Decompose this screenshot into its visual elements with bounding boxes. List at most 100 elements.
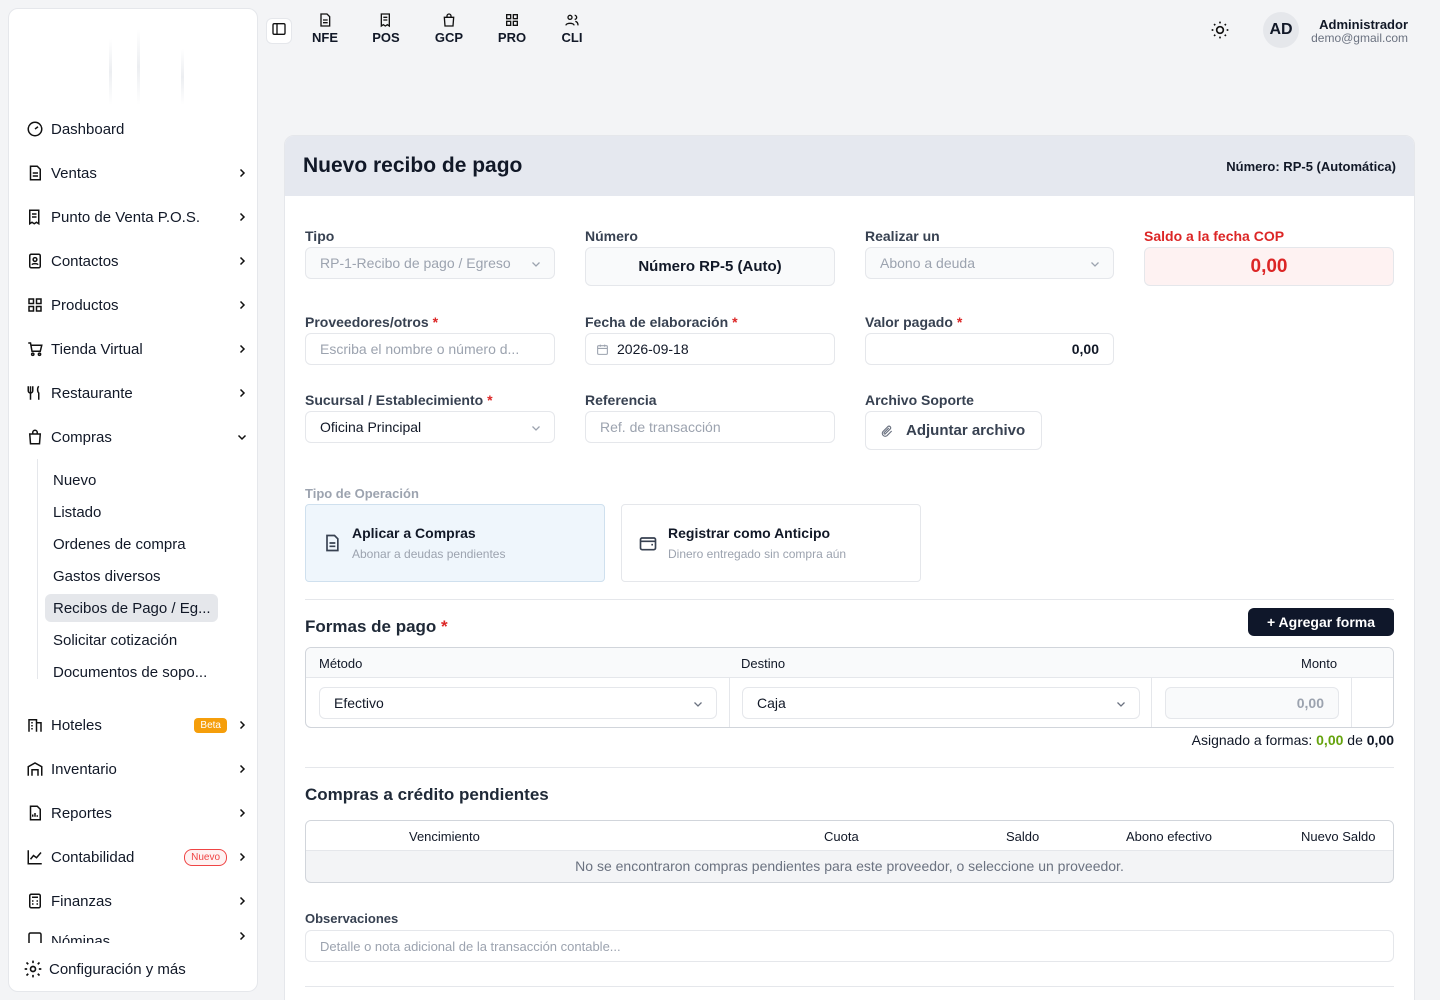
sidebar-item-restaurante[interactable]: Restaurante bbox=[25, 377, 249, 409]
header-cuota: Cuota bbox=[824, 829, 859, 844]
sidebar-item-productos[interactable]: Productos bbox=[25, 289, 249, 321]
shopping-bag-icon bbox=[25, 427, 45, 447]
chevron-right-icon bbox=[235, 210, 249, 224]
sidebar: Dashboard Ventas Punto de Venta P.O.S. C… bbox=[8, 8, 258, 992]
sidebar-item-inventario[interactable]: Inventario bbox=[25, 753, 249, 785]
saldo-value: 0,00 bbox=[1144, 247, 1394, 286]
shortcut-cli[interactable]: CLI bbox=[552, 12, 592, 45]
sidebar-toggle-button[interactable] bbox=[266, 18, 292, 44]
fecha-input[interactable]: 2026-09-18 bbox=[585, 333, 835, 365]
header-abono: Abono efectivo bbox=[1126, 829, 1213, 844]
submenu-item-gastos[interactable]: Gastos diversos bbox=[45, 562, 218, 590]
observaciones-label: Observaciones bbox=[305, 911, 399, 926]
chevron-right-icon bbox=[235, 254, 249, 268]
receipt-icon bbox=[25, 207, 45, 227]
document-icon bbox=[305, 12, 345, 30]
operacion-aplicar-compras[interactable]: Aplicar a Compras Abonar a deudas pendie… bbox=[305, 504, 605, 582]
divider bbox=[305, 599, 1394, 600]
submenu-item-recibos[interactable]: Recibos de Pago / Eg... bbox=[45, 594, 218, 622]
monto-input[interactable]: 0,00 bbox=[1165, 687, 1339, 719]
divider bbox=[305, 986, 1394, 987]
beta-badge: Beta bbox=[194, 717, 227, 733]
gauge-icon bbox=[25, 119, 45, 139]
receipt-number: Número: RP-5 (Automática) bbox=[1226, 158, 1396, 174]
submenu-item-nuevo[interactable]: Nuevo bbox=[45, 466, 218, 494]
chevron-down-icon bbox=[1089, 257, 1101, 273]
sidebar-item-tienda[interactable]: Tienda Virtual bbox=[25, 333, 249, 365]
header-vencimiento: Vencimiento bbox=[409, 829, 480, 844]
sidebar-item-nominas[interactable]: Nóminas bbox=[25, 929, 249, 943]
chevron-down-icon bbox=[530, 257, 542, 273]
realizar-label: Realizar un bbox=[865, 228, 940, 244]
shortcut-nfe[interactable]: NFE bbox=[305, 12, 345, 45]
destino-select[interactable]: Caja bbox=[742, 687, 1140, 719]
shortcut-pos[interactable]: POS bbox=[366, 12, 406, 45]
sun-icon bbox=[1210, 20, 1230, 45]
referencia-input[interactable]: Ref. de transacción bbox=[585, 411, 835, 443]
sidebar-settings[interactable]: Configuración y más bbox=[23, 947, 247, 991]
sucursal-select[interactable]: Oficina Principal bbox=[305, 411, 555, 443]
valor-label: Valor pagado * bbox=[865, 314, 963, 330]
sidebar-item-pos[interactable]: Punto de Venta P.O.S. bbox=[25, 201, 249, 233]
tipo-select[interactable]: RP-1-Recibo de pago / Egreso bbox=[305, 247, 555, 279]
user-name: Administrador bbox=[1319, 17, 1408, 32]
shortcut-gcp[interactable]: GCP bbox=[429, 12, 469, 45]
realizar-select[interactable]: Abono a deuda bbox=[865, 247, 1114, 279]
observaciones-input[interactable]: Detalle o nota adicional de la transacci… bbox=[305, 930, 1394, 962]
tipo-label: Tipo bbox=[305, 228, 335, 244]
chart-line-icon bbox=[25, 847, 45, 867]
shortcut-pro[interactable]: PRO bbox=[492, 12, 532, 45]
chevron-right-icon bbox=[235, 850, 249, 864]
sidebar-item-ventas[interactable]: Ventas bbox=[25, 157, 249, 189]
payroll-icon bbox=[25, 929, 45, 943]
sidebar-item-contabilidad[interactable]: Contabilidad Nuevo bbox=[25, 841, 249, 873]
building-icon bbox=[25, 715, 45, 735]
page-title: Nuevo recibo de pago bbox=[303, 154, 523, 177]
sidebar-item-hoteles[interactable]: Hoteles Beta bbox=[25, 709, 249, 741]
fecha-label: Fecha de elaboración * bbox=[585, 314, 738, 330]
avatar[interactable]: AD bbox=[1263, 12, 1299, 48]
referencia-label: Referencia bbox=[585, 392, 657, 408]
wallet-icon bbox=[638, 533, 658, 553]
archivo-label: Archivo Soporte bbox=[865, 392, 974, 408]
sidebar-item-dashboard[interactable]: Dashboard bbox=[25, 113, 249, 145]
topbar: NFE POS GCP PRO CLI AD Administrador dem… bbox=[258, 0, 1440, 64]
adjuntar-archivo-button[interactable]: Adjuntar archivo bbox=[865, 411, 1042, 450]
users-icon bbox=[552, 12, 592, 30]
warehouse-icon bbox=[25, 759, 45, 779]
sucursal-label: Sucursal / Establecimiento * bbox=[305, 392, 493, 408]
agregar-forma-button[interactable]: + Agregar forma bbox=[1248, 608, 1394, 636]
asignado-summary: Asignado a formas: 0,00 de 0,00 bbox=[1191, 732, 1394, 748]
sidebar-item-contactos[interactable]: Contactos bbox=[25, 245, 249, 277]
contact-book-icon bbox=[25, 251, 45, 271]
submenu-item-listado[interactable]: Listado bbox=[45, 498, 218, 526]
sidebar-item-reportes[interactable]: Reportes bbox=[25, 797, 249, 829]
sidebar-item-compras[interactable]: Compras bbox=[25, 421, 249, 453]
calendar-icon bbox=[596, 343, 609, 356]
submenu-item-documentos[interactable]: Documentos de sopo... bbox=[45, 658, 218, 686]
sidebar-item-finanzas[interactable]: Finanzas bbox=[25, 885, 249, 917]
submenu-item-cotizacion[interactable]: Solicitar cotización bbox=[45, 626, 218, 654]
grid-icon bbox=[492, 12, 532, 30]
operacion-anticipo[interactable]: Registrar como Anticipo Dinero entregado… bbox=[621, 504, 921, 582]
chevron-right-icon bbox=[235, 718, 249, 732]
shopping-bag-icon bbox=[429, 12, 469, 30]
valor-input[interactable]: 0,00 bbox=[865, 333, 1114, 365]
paperclip-icon bbox=[880, 424, 894, 438]
numero-field: Número RP-5 (Auto) bbox=[585, 247, 835, 286]
proveedor-input[interactable]: Escriba el nombre o número d... bbox=[305, 333, 555, 365]
theme-toggle-button[interactable] bbox=[1208, 20, 1232, 44]
submenu-item-ordenes[interactable]: Ordenes de compra bbox=[45, 530, 218, 558]
chevron-down-icon bbox=[692, 697, 704, 713]
nuevo-badge: Nuevo bbox=[184, 848, 227, 866]
operacion-label: Tipo de Operación bbox=[305, 486, 419, 501]
report-icon bbox=[25, 803, 45, 823]
formas-pago-title: Formas de pago * bbox=[305, 617, 448, 636]
grid-icon bbox=[25, 295, 45, 315]
compras-credito-table: Vencimiento Cuota Saldo Abono efectivo N… bbox=[305, 820, 1394, 883]
compras-credito-title: Compras a crédito pendientes bbox=[305, 785, 549, 804]
header-destino: Destino bbox=[741, 656, 786, 671]
metodo-select[interactable]: Efectivo bbox=[319, 687, 717, 719]
empty-message: No se encontraron compras pendientes par… bbox=[575, 858, 1124, 874]
header-saldo: Saldo bbox=[1006, 829, 1040, 844]
